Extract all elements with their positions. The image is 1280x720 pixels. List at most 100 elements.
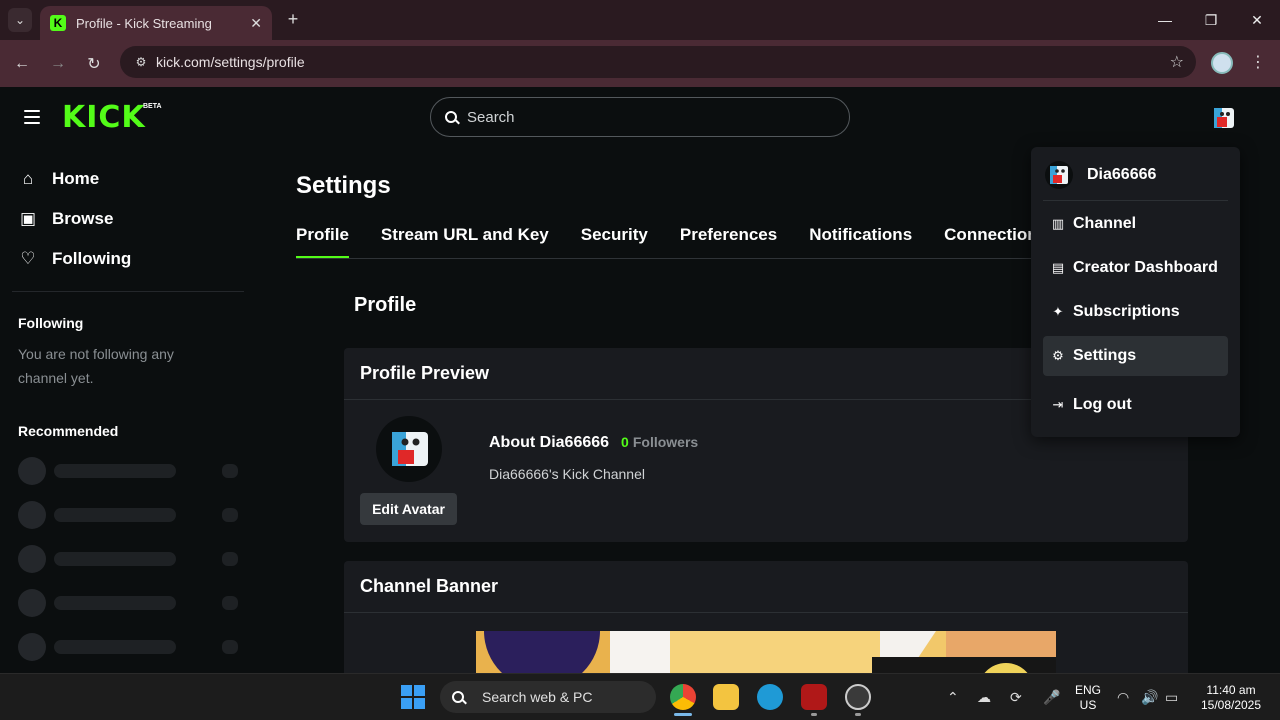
browser-profile-avatar[interactable] [1211, 52, 1233, 74]
profile-avatar [376, 416, 442, 482]
sidebar-item-following[interactable]: ♡ Following [18, 249, 131, 269]
windows-taskbar: Search web & PC ⌃ ☁ ⟳ 🎤 ENG US ◠ 🔊 ▭ 11:… [0, 673, 1280, 720]
browser-tab[interactable]: K Profile - Kick Streaming ✕ [40, 6, 272, 40]
close-window-button[interactable]: ✕ [1234, 0, 1280, 40]
chrome-app-icon[interactable] [670, 684, 696, 710]
dashboard-icon: ▤ [1051, 260, 1065, 275]
obs-app-icon[interactable] [845, 684, 871, 710]
minimize-button[interactable]: — [1142, 0, 1188, 40]
menu-item-label: Creator Dashboard [1073, 259, 1218, 276]
recommended-skeleton [18, 501, 240, 529]
user-dropdown-menu: Dia66666 ▥ Channel ▤ Creator Dashboard ✦… [1031, 147, 1240, 437]
start-button[interactable] [401, 685, 425, 709]
onedrive-icon[interactable]: ☁ [977, 689, 991, 706]
channel-banner-card: Channel Banner [344, 561, 1188, 673]
address-bar[interactable]: ⚙ kick.com/settings/profile ☆ [120, 46, 1196, 78]
recommended-skeleton [18, 589, 240, 617]
show-hidden-icons-icon[interactable]: ⌃ [947, 689, 959, 706]
menu-item-settings[interactable]: ⚙ Settings [1043, 336, 1228, 376]
kick-logo[interactable]: KICK [62, 103, 146, 133]
tabs-divider [296, 258, 1056, 259]
about-name: About Dia66666 [489, 434, 610, 451]
followers-count: 0 [621, 434, 629, 450]
site-info-icon[interactable]: ⚙ [126, 55, 156, 69]
sidebar-item-home[interactable]: ⌂ Home [18, 169, 99, 189]
beta-badge: BETA [143, 103, 162, 110]
tab-search-button[interactable]: ⌄ [8, 8, 32, 32]
menu-item-label: Subscriptions [1073, 303, 1180, 320]
menu-item-channel[interactable]: ▥ Channel [1043, 204, 1228, 244]
microphone-icon[interactable]: 🎤 [1043, 689, 1060, 706]
channel-description: Dia66666's Kick Channel [489, 466, 645, 482]
file-explorer-icon[interactable] [713, 684, 739, 710]
hamburger-menu-icon[interactable] [24, 110, 40, 124]
sidebar: ⌂ Home ▣ Browse ♡ Following Following Yo… [0, 149, 256, 673]
followers-label: Followers [632, 434, 699, 450]
channel-banner-heading: Channel Banner [344, 561, 1188, 613]
menu-item-subscriptions[interactable]: ✦ Subscriptions [1043, 292, 1228, 332]
clock-time: 11:40 am [1206, 683, 1256, 697]
bookmark-star-icon[interactable]: ☆ [1170, 52, 1184, 72]
restore-button[interactable]: ❐ [1188, 0, 1234, 40]
browse-icon: ▣ [19, 209, 37, 228]
menu-item-creator-dashboard[interactable]: ▤ Creator Dashboard [1043, 248, 1228, 288]
forward-button[interactable]: → [46, 52, 70, 76]
taskbar-search-icon [452, 691, 464, 703]
logout-icon: ⇥ [1052, 397, 1064, 412]
clock[interactable]: 11:40 am 15/08/2025 [1192, 683, 1270, 713]
menu-item-logout[interactable]: ⇥ Log out [1043, 385, 1228, 425]
user-avatar[interactable] [1211, 105, 1237, 131]
search-placeholder: Search [467, 108, 515, 126]
app-indicator [855, 713, 861, 716]
tab-stream-url-key[interactable]: Stream URL and Key [381, 225, 549, 259]
sidebar-item-browse[interactable]: ▣ Browse [18, 209, 113, 229]
menu-item-label: Log out [1073, 396, 1132, 413]
battery-icon[interactable]: ▭ [1165, 689, 1178, 706]
sidebar-item-label: Following [52, 249, 132, 268]
tab-close-icon[interactable]: ✕ [250, 15, 262, 32]
tab-notifications[interactable]: Notifications [809, 225, 912, 259]
about-line: About Dia66666 0 Followers [489, 434, 698, 452]
recommended-skeleton [18, 457, 240, 485]
back-button[interactable]: ← [10, 52, 34, 76]
dropdown-username: Dia66666 [1087, 166, 1157, 183]
taskbar-search[interactable]: Search web & PC [440, 681, 656, 713]
reload-button[interactable]: ↻ [82, 52, 106, 76]
wifi-icon[interactable]: ◠ [1117, 689, 1129, 706]
taskbar-search-text: Search web & PC [482, 689, 593, 705]
sidebar-item-label: Home [52, 169, 100, 188]
edge-browser-icon[interactable] [757, 684, 783, 710]
sync-icon[interactable]: ⟳ [1010, 689, 1022, 706]
dropdown-divider [1043, 200, 1228, 201]
menu-item-label: Settings [1073, 347, 1137, 364]
edit-avatar-button[interactable]: Edit Avatar [360, 493, 457, 525]
language-indicator[interactable]: ENG US [1073, 683, 1103, 713]
keyboard-layout: US [1079, 698, 1097, 712]
following-heading: Following [18, 315, 84, 331]
site-header: KICK BETA Search [0, 87, 1280, 149]
tab-profile[interactable]: Profile [296, 225, 349, 259]
dota-app-icon[interactable] [801, 684, 827, 710]
search-input[interactable]: Search [430, 97, 850, 137]
clock-date: 15/08/2025 [1200, 698, 1262, 712]
following-empty-text: You are not following any channel yet. [18, 346, 174, 386]
tab-security[interactable]: Security [581, 225, 648, 259]
browser-menu-icon[interactable]: ⋮ [1250, 52, 1266, 72]
menu-item-label: Channel [1073, 215, 1137, 232]
app-indicator [811, 713, 817, 716]
search-icon [445, 111, 457, 123]
home-icon: ⌂ [22, 169, 34, 188]
recommended-skeleton [18, 545, 240, 573]
sidebar-divider [12, 291, 244, 292]
page-title: Settings [296, 172, 391, 199]
browser-tab-strip: ⌄ K Profile - Kick Streaming ✕ + — ❐ ✕ [0, 0, 1280, 40]
heart-icon: ♡ [20, 249, 36, 268]
tab-preferences[interactable]: Preferences [680, 225, 777, 259]
new-tab-button[interactable]: + [282, 8, 304, 30]
url-text: kick.com/settings/profile [156, 54, 305, 70]
language-code: ENG [1074, 683, 1101, 697]
tab-title: Profile - Kick Streaming [76, 15, 212, 31]
volume-icon[interactable]: 🔊 [1141, 689, 1158, 706]
sidebar-item-label: Browse [52, 209, 114, 228]
recommended-skeleton [18, 633, 240, 661]
